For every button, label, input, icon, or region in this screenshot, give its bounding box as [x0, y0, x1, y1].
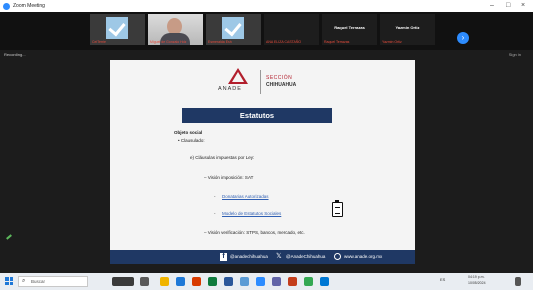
bullet-dash: - — [214, 211, 216, 216]
participant-tile[interactable]: Yazmin Ortiz Yazmin Ortiz — [380, 14, 435, 45]
chrome-icon[interactable] — [304, 277, 313, 286]
signin-link[interactable]: Sign in — [509, 52, 521, 57]
file-explorer-icon[interactable] — [160, 277, 169, 286]
slide-title: Estatutos — [182, 108, 332, 123]
zoom-app-icon — [3, 2, 10, 10]
word-icon[interactable] — [224, 277, 233, 286]
x-icon: 𝕏 — [276, 253, 282, 260]
edge-icon[interactable] — [176, 277, 185, 286]
annotate-pen-icon[interactable] — [6, 234, 12, 240]
task-view-icon[interactable] — [140, 277, 149, 286]
outlook-icon[interactable] — [320, 277, 329, 286]
next-participants-button[interactable]: › — [457, 32, 469, 44]
participant-name: Yazmin Ortiz — [382, 40, 402, 44]
taskbar-search-input[interactable]: ⌕ Buscar — [18, 276, 88, 287]
maximize-button[interactable]: □ — [506, 1, 510, 11]
link-modelo-estatutos[interactable]: Modelo de Estatutos Sociales — [222, 211, 281, 216]
taskbar: ⌕ Buscar ES 04:19 p.m. 10/05/2024 — [0, 273, 533, 290]
participant-display-name: Yazmin Ortiz — [395, 25, 420, 30]
participant-strip: CelTerrie Miguel de Gonzalo Hdz Esmerald… — [0, 12, 533, 50]
participant-name: Esmeralda Esh — [208, 40, 232, 44]
teams-icon[interactable] — [272, 277, 281, 286]
participant-tile[interactable]: CelTerrie — [90, 14, 145, 45]
footer-web: www.anade.org.mx — [344, 254, 383, 259]
section-name: CHIHUAHUA — [266, 82, 297, 88]
participant-video-tile[interactable]: Miguel de Gonzalo Hdz — [148, 14, 203, 45]
clipboard-icon — [332, 200, 343, 217]
notification-icon[interactable] — [515, 277, 521, 286]
vision-verificacion: – Visión verificación: STPS, bancos, mer… — [204, 230, 305, 235]
participant-tile[interactable]: Raquel Terrazas Raquel Terrazas — [322, 14, 377, 45]
search-icon: ⌕ — [22, 278, 26, 284]
tray-clock-time[interactable]: 04:19 p.m. — [468, 275, 485, 279]
zoom-taskbar-icon[interactable] — [256, 277, 265, 286]
office-icon[interactable] — [192, 277, 201, 286]
tray-language[interactable]: ES — [440, 277, 445, 282]
bullet-dash: - — [214, 194, 216, 199]
footer-facebook: @anadechihuahua — [230, 254, 268, 259]
search-placeholder: Buscar — [31, 279, 46, 284]
tray-clock-date[interactable]: 10/05/2024 — [468, 281, 486, 285]
close-button[interactable]: × — [521, 1, 525, 11]
globe-icon — [334, 253, 341, 260]
shared-slide: ANADE SECCIÓN CHIHUAHUA Estatutos Objeto… — [110, 60, 415, 264]
minimize-button[interactable]: – — [490, 1, 494, 11]
powerpoint-icon[interactable] — [288, 277, 297, 286]
bullet-objeto-social: Objeto social — [174, 130, 203, 135]
anade-logo-icon — [228, 68, 248, 84]
footer-x: @AnadeChihuahua — [286, 254, 326, 259]
window-title: Zoom Meeting — [13, 3, 45, 9]
participant-tile[interactable]: Esmeralda Esh — [206, 14, 261, 45]
participant-display-name: Raquel Terrazas — [334, 25, 365, 30]
recording-indicator[interactable]: Recording... — [4, 52, 26, 57]
window-titlebar: Zoom Meeting – □ × — [0, 0, 533, 12]
checkmark-avatar-icon — [106, 17, 128, 39]
item-clausulas: e) Cláusulas impuestas por Ley: — [190, 155, 255, 160]
excel-icon[interactable] — [208, 277, 217, 286]
participant-tile[interactable]: ANA ELIZA CASTAÑO — [264, 14, 319, 45]
bullet-clausulado: • Clausulado: — [178, 138, 205, 143]
windows-start-icon[interactable] — [5, 277, 13, 285]
participant-name: Miguel de Gonzalo Hdz — [150, 40, 187, 44]
vision-sat: – Visión imposición: SAT — [204, 175, 254, 180]
org-logo-text: ANADE — [218, 86, 242, 92]
taskbar-thumbnail-icon[interactable] — [112, 277, 134, 286]
participant-name: ANA ELIZA CASTAÑO — [266, 40, 302, 44]
slide-footer: f @anadechihuahua 𝕏 @AnadeChihuahua www.… — [110, 250, 415, 264]
checkmark-avatar-icon — [222, 17, 244, 39]
section-label: SECCIÓN — [266, 75, 293, 81]
store-icon[interactable] — [240, 277, 249, 286]
participant-name: Raquel Terrazas — [324, 40, 350, 44]
link-donatarias[interactable]: Donatarias Autorizadas — [222, 194, 269, 199]
facebook-icon: f — [220, 253, 227, 261]
logo-divider — [260, 70, 261, 94]
participant-name: CelTerrie — [92, 40, 107, 44]
